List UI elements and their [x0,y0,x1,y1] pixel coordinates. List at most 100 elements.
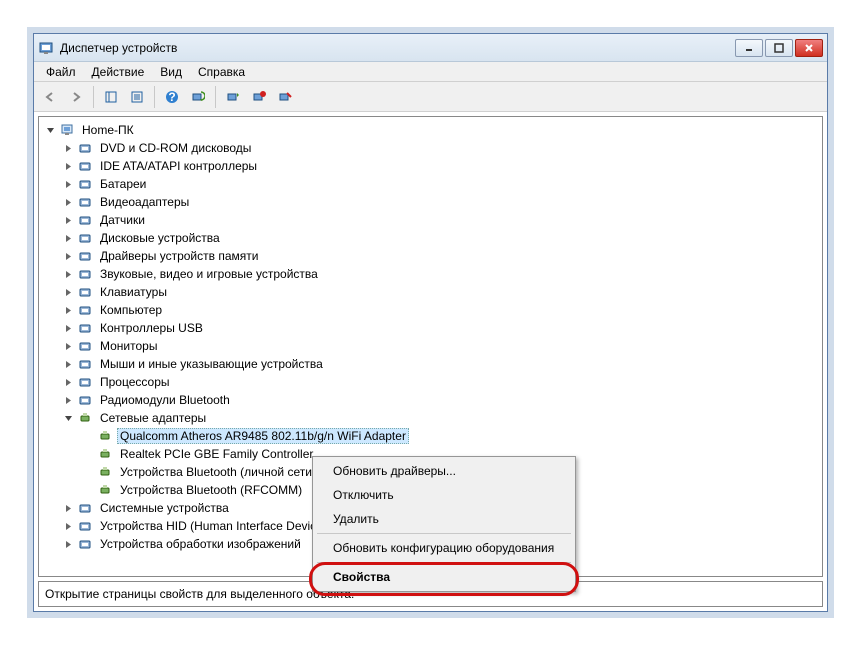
tree-label: Контроллеры USB [97,320,206,336]
help-button[interactable]: ? [160,85,184,109]
expand-icon[interactable] [63,377,74,388]
expand-icon[interactable] [63,287,74,298]
tree-label: Батареи [97,176,149,192]
ctx-separator [317,533,571,534]
device-icon [77,356,93,372]
toolbar: ? [34,82,827,112]
device-icon [77,518,93,534]
menu-action[interactable]: Действие [84,63,153,81]
tree-category-network[interactable]: Сетевые адаптеры [45,409,822,427]
device-icon [77,392,93,408]
tree-category[interactable]: Мыши и иные указывающие устройства [45,355,822,373]
tree-category[interactable]: Клавиатуры [45,283,822,301]
tree-category[interactable]: Контроллеры USB [45,319,822,337]
ctx-disable[interactable]: Отключить [315,483,573,507]
expand-icon[interactable] [63,395,74,406]
menu-view[interactable]: Вид [152,63,190,81]
tree-label: Видеоадаптеры [97,194,192,210]
device-icon [77,212,93,228]
menu-help[interactable]: Справка [190,63,253,81]
device-manager-window: Диспетчер устройств Файл Действие Вид Сп… [33,33,828,612]
forward-button[interactable] [64,85,88,109]
app-icon [38,40,54,56]
device-icon [77,500,93,516]
ctx-properties[interactable]: Свойства [315,565,573,589]
tree-label: Устройства Bluetooth (личной сети) [117,464,319,480]
tree-root[interactable]: Home-ПК [45,121,822,139]
update-driver-button[interactable] [221,85,245,109]
expand-icon[interactable] [63,341,74,352]
disable-button[interactable] [273,85,297,109]
tree-device[interactable]: Qualcomm Atheros AR9485 802.11b/g/n WiFi… [45,427,822,445]
tree-category[interactable]: Мониторы [45,337,822,355]
maximize-button[interactable] [765,39,793,57]
tree-label: Клавиатуры [97,284,170,300]
expand-icon[interactable] [63,143,74,154]
expand-icon[interactable] [63,251,74,262]
tree-category[interactable]: Дисковые устройства [45,229,822,247]
ctx-scan-hardware[interactable]: Обновить конфигурацию оборудования [315,536,573,560]
tree-label: Qualcomm Atheros AR9485 802.11b/g/n WiFi… [117,428,409,444]
expand-icon[interactable] [63,197,74,208]
device-icon [77,194,93,210]
menu-file[interactable]: Файл [38,63,84,81]
device-icon [77,536,93,552]
uninstall-button[interactable] [247,85,271,109]
expand-icon[interactable] [63,359,74,370]
network-adapter-icon [97,428,113,444]
expand-icon[interactable] [63,233,74,244]
expand-icon[interactable] [63,215,74,226]
expand-icon[interactable] [63,521,74,532]
collapse-icon[interactable] [63,413,74,424]
scan-hardware-button[interactable] [186,85,210,109]
tree-category[interactable]: Датчики [45,211,822,229]
collapse-icon[interactable] [45,125,56,136]
tree-category[interactable]: IDE ATA/ATAPI контроллеры [45,157,822,175]
tree-category[interactable]: Процессоры [45,373,822,391]
tree-label: Процессоры [97,374,173,390]
tree-category[interactable]: Компьютер [45,301,822,319]
tree-label: IDE ATA/ATAPI контроллеры [97,158,260,174]
tree-label: Радиомодули Bluetooth [97,392,233,408]
device-icon [77,284,93,300]
device-icon [77,176,93,192]
show-hide-tree-button[interactable] [99,85,123,109]
expand-icon[interactable] [63,323,74,334]
expand-icon[interactable] [63,305,74,316]
device-icon [77,320,93,336]
tree-label: DVD и CD-ROM дисководы [97,140,254,156]
tree-category[interactable]: Батареи [45,175,822,193]
tree-label: Драйверы устройств памяти [97,248,261,264]
tree-label: Компьютер [97,302,165,318]
expand-icon[interactable] [63,179,74,190]
tree-category[interactable]: DVD и CD-ROM дисководы [45,139,822,157]
tree-label: Системные устройства [97,500,232,516]
expand-icon[interactable] [63,269,74,280]
tree-category[interactable]: Видеоадаптеры [45,193,822,211]
expand-icon[interactable] [63,539,74,550]
tree-label: Датчики [97,212,148,228]
ctx-delete[interactable]: Удалить [315,507,573,531]
titlebar[interactable]: Диспетчер устройств [34,34,827,62]
network-adapter-icon [97,446,113,462]
close-button[interactable] [795,39,823,57]
window-title: Диспетчер устройств [60,41,735,55]
tree-category[interactable]: Драйверы устройств памяти [45,247,822,265]
network-adapter-icon [97,464,113,480]
back-button[interactable] [38,85,62,109]
network-icon [77,410,93,426]
minimize-button[interactable] [735,39,763,57]
properties-button[interactable] [125,85,149,109]
device-icon [77,158,93,174]
menubar: Файл Действие Вид Справка [34,62,827,82]
ctx-update-drivers[interactable]: Обновить драйверы... [315,459,573,483]
tree-category[interactable]: Радиомодули Bluetooth [45,391,822,409]
expand-icon[interactable] [63,503,74,514]
computer-icon [59,122,75,138]
expand-icon[interactable] [63,161,74,172]
device-icon [77,266,93,282]
tree-label: Устройства HID (Human Interface Devices) [97,518,336,534]
tree-label: Дисковые устройства [97,230,223,246]
tree-category[interactable]: Звуковые, видео и игровые устройства [45,265,822,283]
status-text: Открытие страницы свойств для выделенног… [45,587,354,601]
